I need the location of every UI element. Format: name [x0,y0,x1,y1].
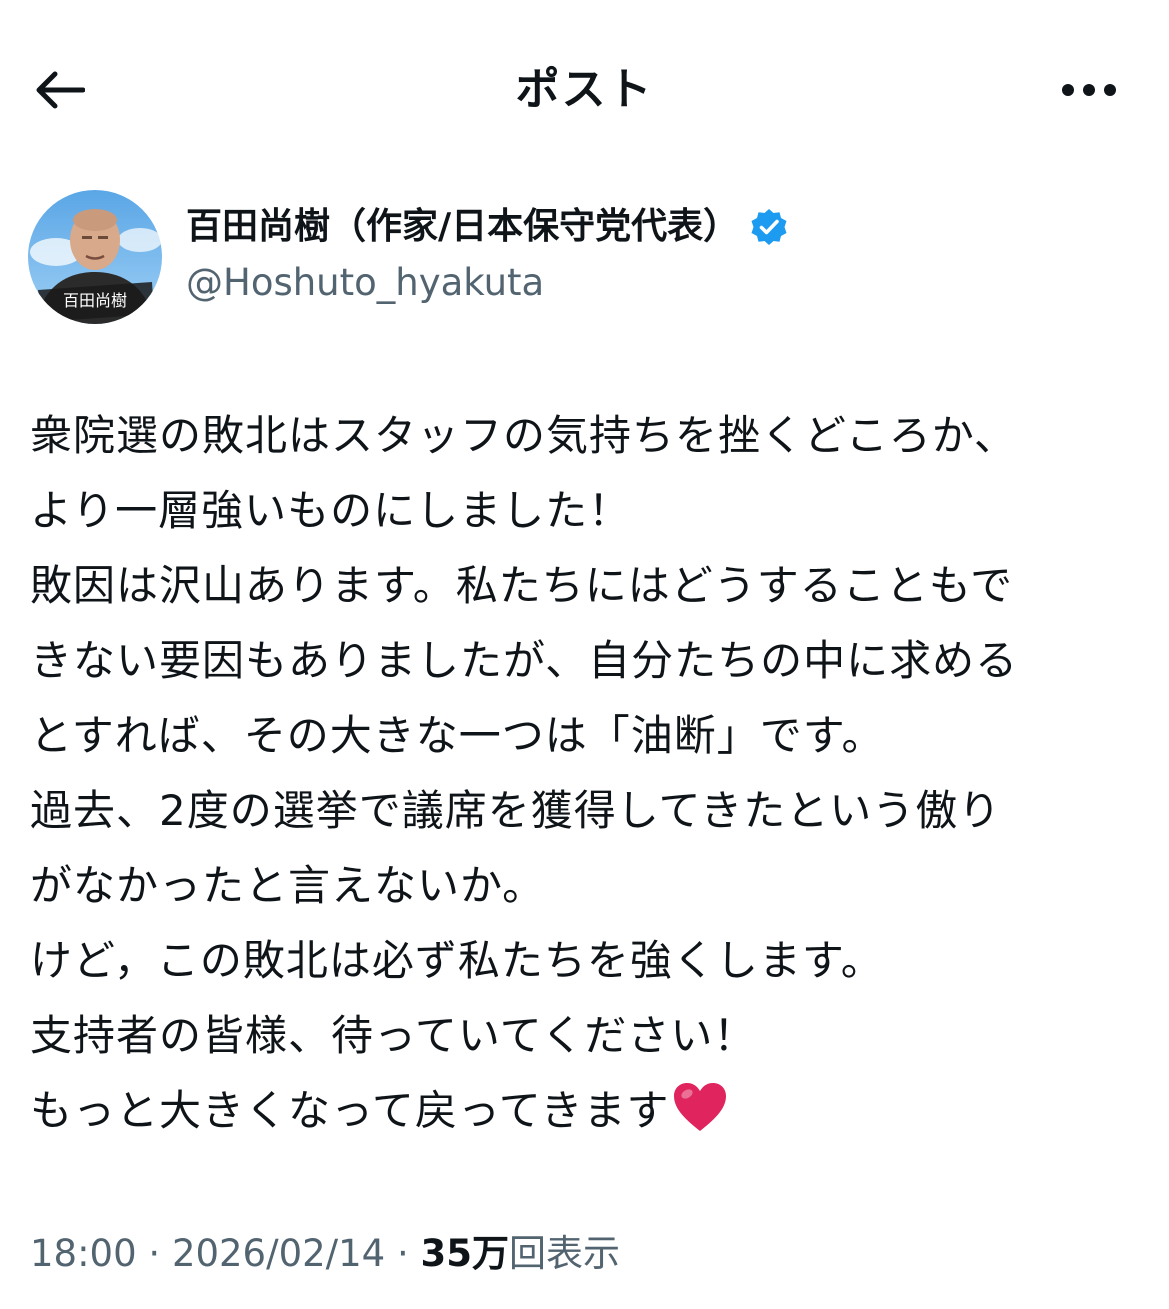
tweet-line: 衆院選の敗北はスタッフの気持ちを挫くどころか、 [30,411,1017,460]
tweet-date[interactable]: 2026/02/14 [172,1232,385,1275]
tweet-line: けど，この敗北は必ず私たちを強くします。 [30,936,884,985]
tweet-time[interactable]: 18:00 [30,1232,137,1275]
tweet-line: より一層強いものにしました！ [30,486,632,535]
page-title: ポスト [515,64,654,115]
tweet-line: 敗因は沢山あります。私たちにはどうすることもで [30,561,1014,610]
meta-separator: · [148,1232,161,1275]
tweet-line: とすれば、その大きな一つは「油断」です。 [30,711,885,760]
top-bar: ポスト [0,0,1169,180]
display-name-row: 百田尚樹（作家/日本保守党代表） [186,202,789,252]
avatar[interactable]: 百田尚樹 [28,190,162,324]
meta-separator: · [396,1232,409,1275]
more-horizontal-icon [1062,84,1116,96]
tweet-line: きない要因もありましたが、自分たちの中に求める [30,636,1019,685]
tweet-line: 支持者の皆様、待っていてください！ [30,1011,757,1060]
verified-badge-icon [751,209,787,245]
user-handle[interactable]: @Hoshuto_hyakuta [186,258,544,308]
tweet-line: 過去、2度の選挙で議席を獲得してきたという傲り [30,786,1002,835]
tweet-line: がなかったと言えないか。 [30,861,546,910]
tweet-line-text: もっと大きくなって戻ってきます [30,1086,670,1135]
avatar-image: 百田尚樹 [28,190,162,324]
red-heart-icon: ❤️ [673,1083,726,1131]
author-block: 百田尚樹 百田尚樹（作家/日本保守党代表） @Hoshuto_hyakuta [28,190,1138,330]
views-count[interactable]: 35万 [421,1232,510,1275]
display-name[interactable]: 百田尚樹（作家/日本保守党代表） [186,202,739,252]
more-options-button[interactable] [1049,58,1129,122]
tweet-line-last: もっと大きくなって戻ってきます ❤️ [30,1073,1145,1148]
tweet-meta: 18:00 · 2026/02/14 · 35万回表示 [30,1226,620,1282]
tweet-text: 衆院選の敗北はスタッフの気持ちを挫くどころか、 より一層強いものにしました！ 敗… [30,398,1145,1148]
svg-text:百田尚樹: 百田尚樹 [63,291,127,310]
views-label: 回表示 [509,1232,620,1275]
